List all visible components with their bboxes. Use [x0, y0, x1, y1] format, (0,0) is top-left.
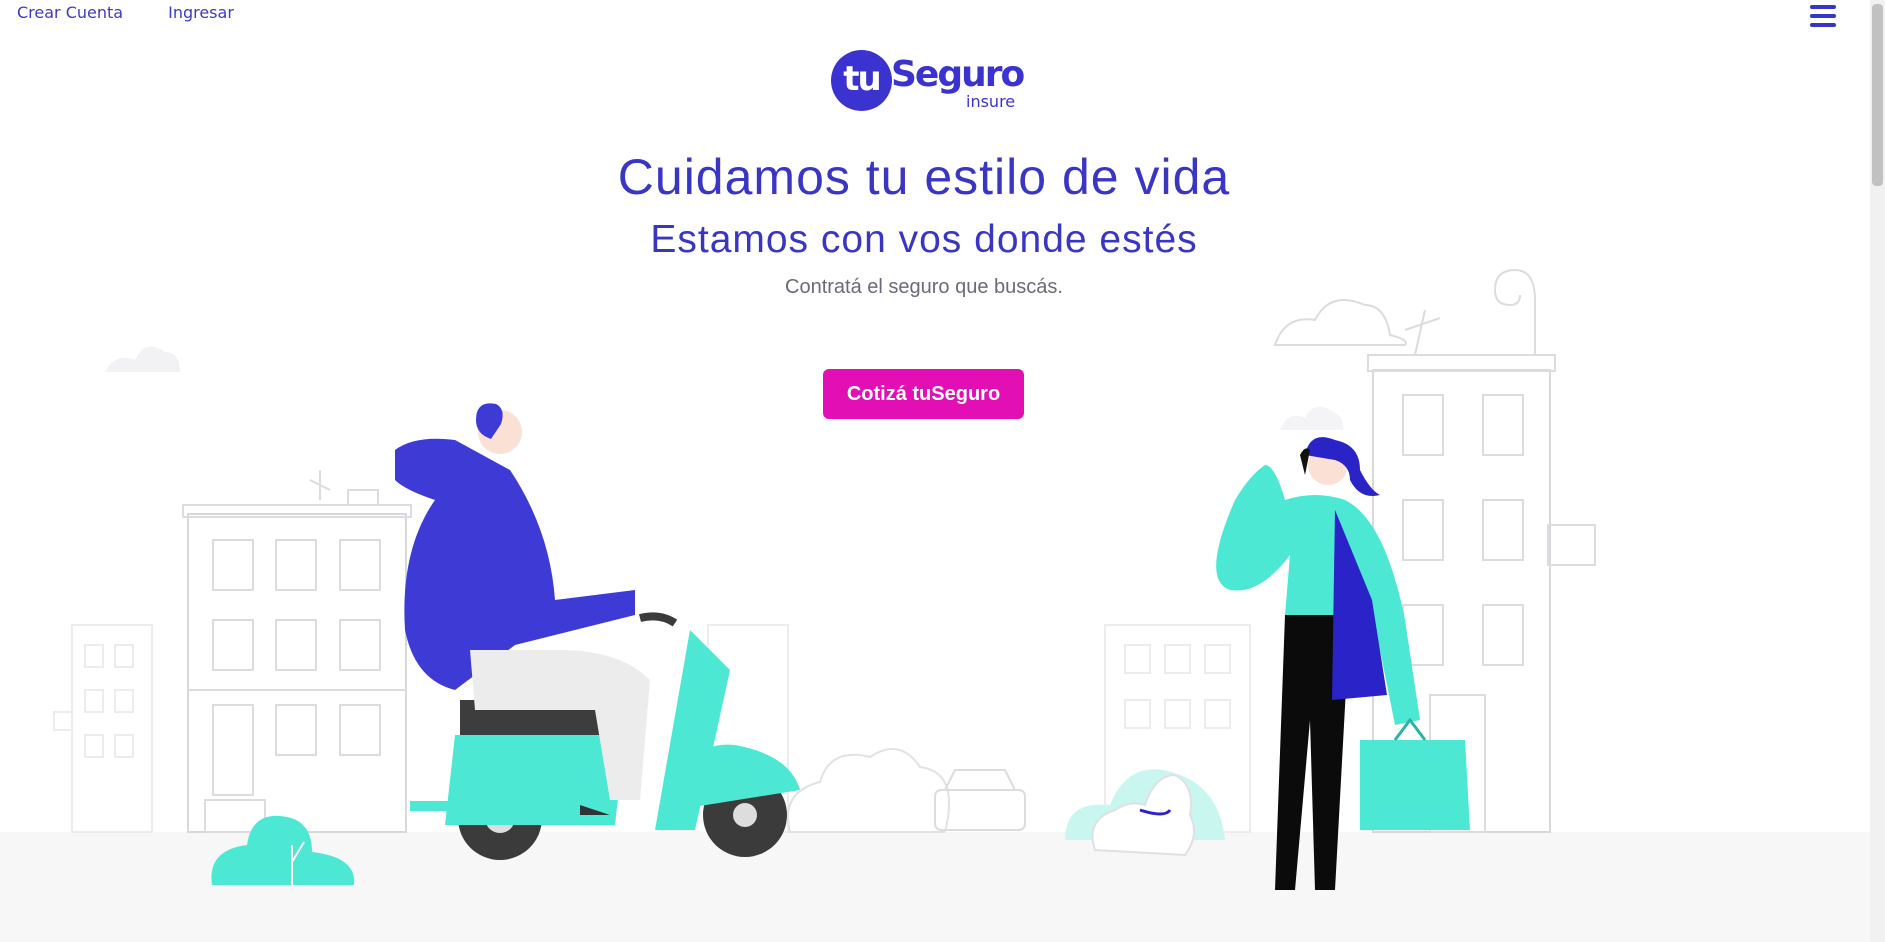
create-account-link[interactable]: Crear Cuenta — [17, 3, 123, 22]
hero-subtitle: Estamos con vos donde estés — [650, 218, 1198, 261]
logo-wordmark: Seguro — [891, 54, 1025, 95]
quote-button[interactable]: Cotizá tuSeguro — [823, 369, 1024, 419]
login-link[interactable]: Ingresar — [168, 3, 234, 22]
top-nav: Crear Cuenta Ingresar — [17, 3, 234, 22]
logo-subtitle: insure — [966, 92, 1016, 111]
scrollbar-thumb[interactable] — [1872, 4, 1883, 186]
brand-logo[interactable]: tu Seguro insure — [831, 48, 1031, 114]
hamburger-menu-icon[interactable] — [1810, 4, 1836, 28]
woman — [1216, 437, 1470, 890]
hero-tagline: Contratá el seguro que buscás. — [785, 276, 1063, 298]
hero-title: Cuidamos tu estilo de vida — [617, 149, 1231, 205]
city-illustration — [53, 268, 1596, 890]
page-scrollbar[interactable] — [1870, 0, 1885, 942]
logo-circle: tu — [831, 50, 892, 111]
landing-page: Crear Cuenta Ingresar tu Seguro insure C… — [0, 0, 1870, 942]
